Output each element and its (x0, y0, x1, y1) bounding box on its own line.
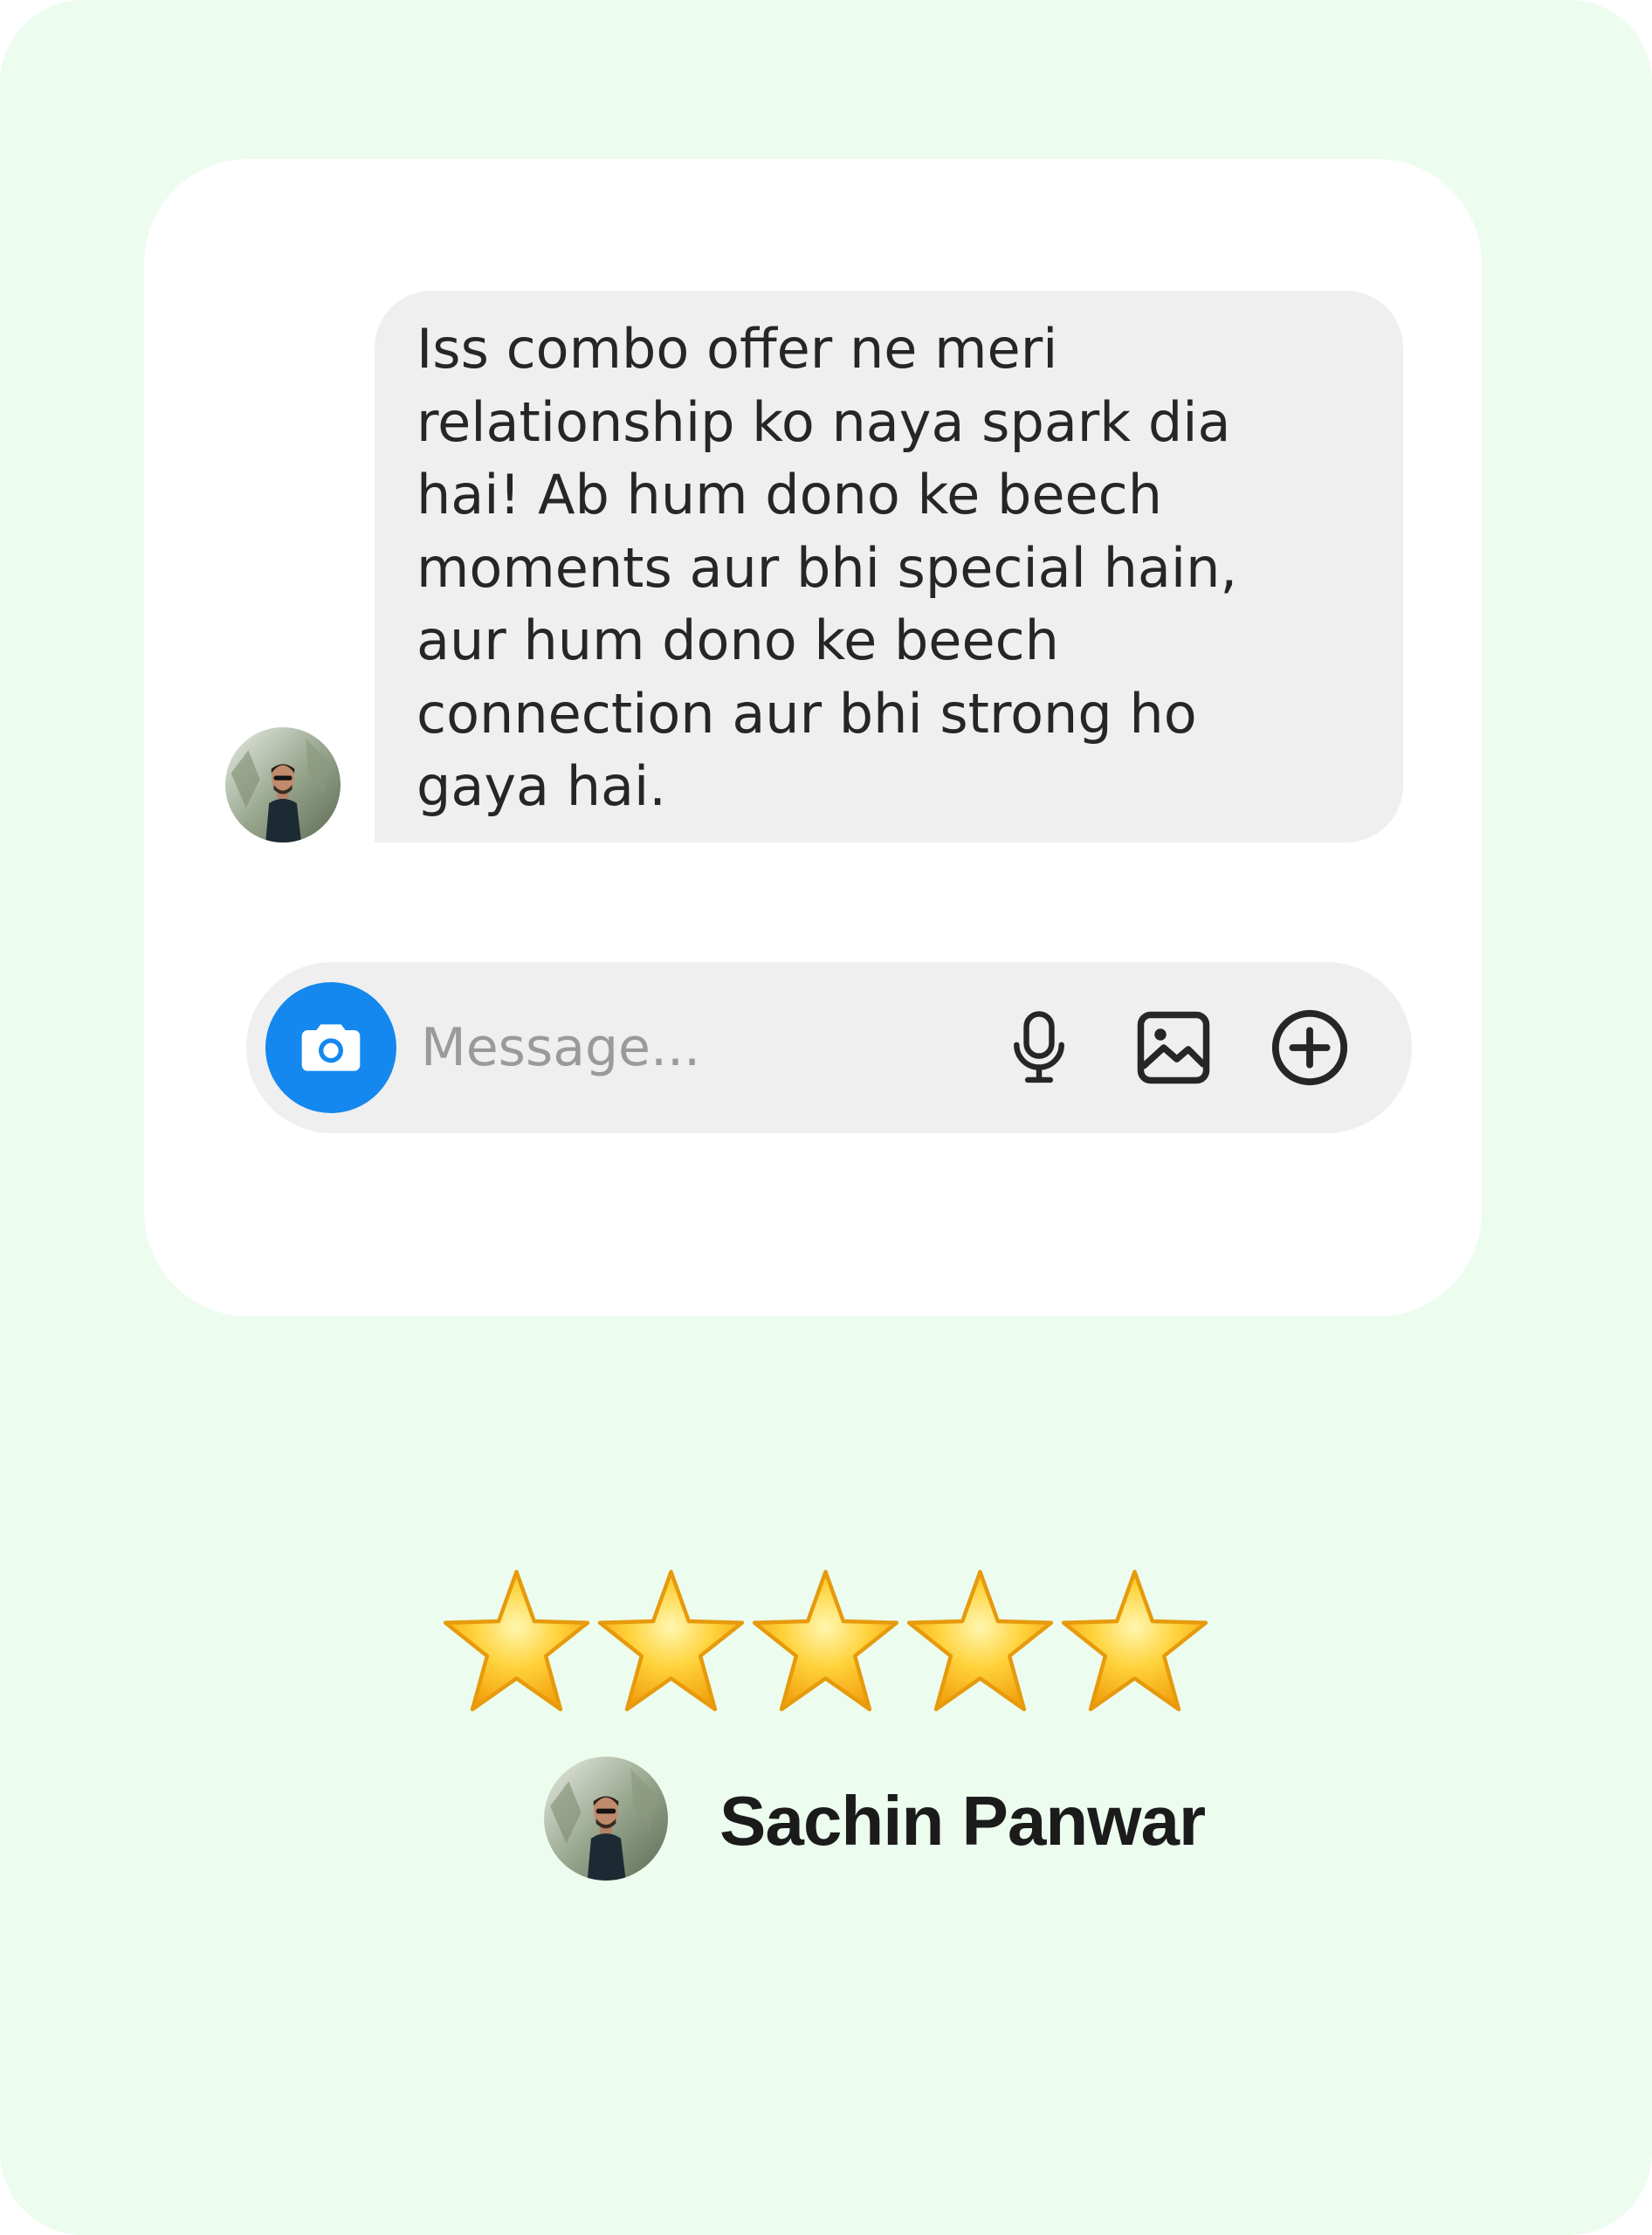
message-input[interactable] (421, 1004, 980, 1091)
star-icon (597, 1570, 745, 1712)
person-photo-icon (225, 727, 341, 842)
author-name: Sachin Panwar (719, 1782, 1206, 1860)
sender-avatar (225, 727, 341, 842)
plus-circle-icon (1271, 1009, 1348, 1086)
star-icon (906, 1570, 1054, 1712)
message-bubble: Iss combo offer ne meri relationship ko … (375, 291, 1403, 842)
star-icon (752, 1570, 899, 1712)
star-icon (443, 1570, 590, 1712)
star-icon (1061, 1570, 1208, 1712)
author-avatar (544, 1757, 668, 1881)
message-composer (246, 962, 1412, 1133)
add-button[interactable] (1266, 1004, 1353, 1091)
microphone-button[interactable] (995, 1004, 1083, 1091)
camera-icon (301, 1024, 361, 1071)
person-photo-icon (544, 1757, 668, 1881)
microphone-icon (1014, 1011, 1064, 1083)
camera-button[interactable] (265, 982, 396, 1113)
star-rating (439, 1567, 1212, 1716)
gallery-button[interactable] (1130, 1004, 1217, 1091)
image-icon (1137, 1011, 1210, 1084)
message-text: Iss combo offer ne meri relationship ko … (416, 317, 1238, 818)
